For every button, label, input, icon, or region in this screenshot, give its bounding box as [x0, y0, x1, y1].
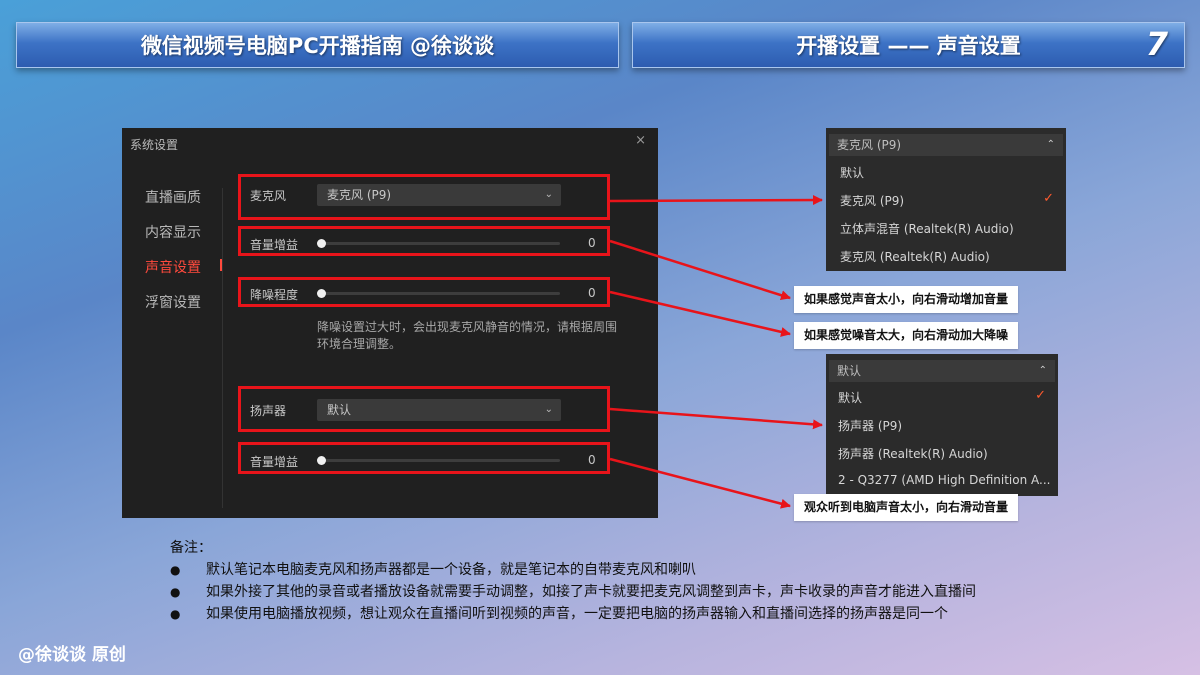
bullet-icon: ●	[170, 563, 181, 577]
notes-section: 备注： ● 默认笔记本电脑麦克风和扬声器都是一个设备，就是笔记本的自带麦克风和喇…	[170, 538, 1050, 624]
noise-callout: 如果感觉噪音太大，向右滑动加大降噪	[794, 322, 1019, 349]
note-item: ● 如果外接了其他的录音或者播放设备就需要手动调整，如接了声卡就要把麦克风调整到…	[170, 582, 1050, 602]
arrow-speaker-to-dropdown	[609, 407, 823, 430]
speaker-gain-callout: 观众听到电脑声音太小，向右滑动音量	[794, 494, 1019, 521]
note-text: 默认笔记本电脑麦克风和扬声器都是一个设备，就是笔记本的自带麦克风和喇叭	[206, 562, 696, 578]
arrow-mic-gain-to-callout	[609, 239, 791, 301]
note-item: ● 默认笔记本电脑麦克风和扬声器都是一个设备，就是笔记本的自带麦克风和喇叭	[170, 560, 1050, 580]
watermark: @徐谈谈 原创	[18, 645, 126, 665]
mic-gain-callout: 如果感觉声音太小，向右滑动增加音量	[794, 286, 1019, 313]
arrow-noise-to-callout	[609, 290, 791, 337]
note-text: 如果外接了其他的录音或者播放设备就需要手动调整，如接了声卡就要把麦克风调整到声卡…	[206, 584, 976, 600]
note-item: ● 如果使用电脑播放视频，想让观众在直播间听到视频的声音，一定要把电脑的扬声器输…	[170, 604, 1050, 624]
notes-title: 备注：	[170, 540, 212, 556]
bullet-icon: ●	[170, 585, 181, 599]
arrow-speaker-gain-to-callout	[609, 457, 791, 509]
note-text: 如果使用电脑播放视频，想让观众在直播间听到视频的声音，一定要把电脑的扬声器输入和…	[206, 606, 948, 622]
bullet-icon: ●	[170, 607, 181, 621]
arrow-mic-to-dropdown	[609, 195, 823, 206]
